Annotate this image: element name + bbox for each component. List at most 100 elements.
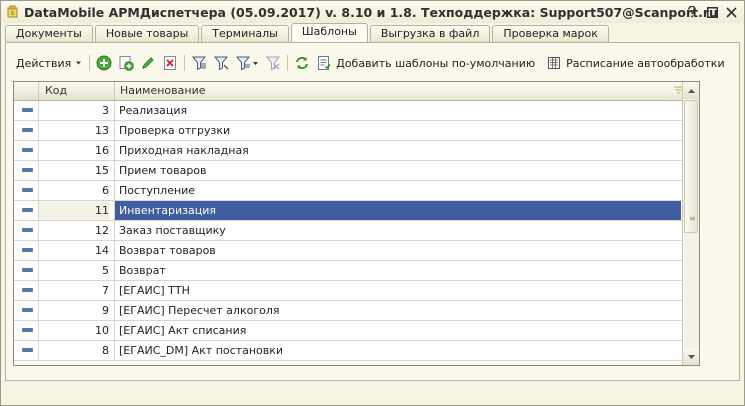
cell-code: 15 (38, 161, 109, 180)
row-marker-icon (22, 208, 33, 212)
row-marker-icon (22, 308, 33, 312)
edit-icon (142, 57, 154, 69)
close-icon[interactable] (723, 4, 739, 20)
filter-button[interactable] (188, 53, 210, 73)
table-row[interactable]: 15 Прием товаров (14, 161, 682, 181)
table-row[interactable]: 6 Поступление (14, 181, 682, 201)
toolbar-separator (184, 55, 186, 71)
column-header-name-label: Наименование (120, 84, 206, 97)
add-defaults-button[interactable]: Добавить шаблоны по-умолчанию (313, 53, 538, 73)
refresh-icon (296, 57, 309, 69)
tab-strip: Документы Новые товары Терминалы Шаблоны… (5, 23, 611, 43)
row-marker-icon (22, 188, 33, 192)
cell-code: 14 (38, 241, 109, 260)
cell-code: 8 (38, 341, 109, 360)
add-defaults-icon (318, 56, 331, 70)
cell-name: Реализация (114, 101, 681, 120)
cell-name: Прием товаров (114, 161, 681, 180)
grip-icon: ≡ (689, 214, 696, 223)
refresh-button[interactable] (291, 53, 313, 73)
edit-button[interactable] (137, 53, 159, 73)
cell-code: 11 (38, 201, 109, 220)
cell-name: [ЕГАИС_DM] Акт постановки (114, 341, 681, 360)
copy-button[interactable] (115, 53, 137, 73)
title-bar: DataMobile АРМДиспетчера (05.09.2017) v.… (1, 1, 744, 23)
filter-dropdown-icon (236, 56, 251, 71)
templates-table: Код Наименование 3 Реализация 13 Проверка о… (13, 81, 700, 366)
scroll-up-button[interactable] (683, 82, 699, 99)
row-marker-icon (22, 288, 33, 292)
scrollbar-thumb[interactable]: ≡ (684, 100, 698, 233)
filter-icon (192, 56, 207, 71)
add-button[interactable] (93, 53, 115, 73)
table-row[interactable]: 5 Возврат (14, 261, 682, 281)
table-row[interactable]: 9 [ЕГАИС] Пересчет алкоголя (14, 301, 682, 321)
scroll-down-button[interactable] (683, 348, 699, 365)
cell-name: Приходная накладная (114, 141, 681, 160)
delete-icon (164, 56, 177, 70)
arrow-down-icon (687, 354, 695, 359)
table-row[interactable]: 16 Приходная накладная (14, 141, 682, 161)
row-marker-icon (22, 328, 33, 332)
row-marker-icon (22, 168, 33, 172)
chevron-down-icon (253, 61, 259, 65)
window-title: DataMobile АРМДиспетчера (05.09.2017) v.… (24, 5, 718, 20)
column-header-name[interactable]: Наименование (114, 82, 688, 100)
app-icon[interactable] (6, 5, 19, 18)
toolbar-separator (89, 55, 91, 71)
filter-dropdown-button[interactable] (232, 53, 262, 73)
actions-label: Действия (16, 56, 72, 70)
cell-name: [ЕГАИС] Пересчет алкоголя (114, 301, 681, 320)
cell-code: 10 (38, 321, 109, 340)
toolbar-separator (287, 55, 289, 71)
arrow-up-icon (687, 88, 695, 93)
schedule-icon (548, 57, 561, 69)
cell-code: 6 (38, 181, 109, 200)
actions-menu-button[interactable]: Действия (13, 53, 86, 73)
cell-code: 16 (38, 141, 109, 160)
maximize-icon[interactable] (704, 4, 720, 20)
table-row[interactable]: 3 Реализация (14, 101, 682, 121)
add-icon (96, 55, 112, 71)
row-marker-icon (22, 228, 33, 232)
tab-templates[interactable]: Шаблоны (290, 23, 368, 42)
cell-code: 5 (38, 261, 109, 280)
cell-code: 13 (38, 121, 109, 140)
clear-filter-button[interactable] (262, 53, 284, 73)
table-row[interactable]: 12 Заказ поставщику (14, 221, 682, 241)
tab-export-file[interactable]: Выгрузка в файл (369, 25, 491, 42)
tab-documents[interactable]: Документы (5, 25, 93, 42)
tab-check-marks[interactable]: Проверка марок (492, 25, 609, 42)
schedule-label: Расписание автообработки (566, 56, 725, 70)
cell-code: 3 (38, 101, 109, 120)
table-row[interactable]: 14 Возврат товаров (14, 241, 682, 261)
toolbar: Действия Добавить шаблоны по-умолчанию Р… (13, 53, 728, 73)
table-row[interactable]: 11 Инвентаризация (14, 201, 682, 221)
table-row[interactable]: 13 Проверка отгрузки (14, 121, 682, 141)
help-icon[interactable] (684, 4, 700, 20)
cell-code: 7 (38, 281, 109, 300)
tab-terminals[interactable]: Терминалы (201, 25, 289, 42)
cell-code: 9 (38, 301, 109, 320)
filter-by-value-button[interactable] (210, 53, 232, 73)
cell-name: [ЕГАИС] ТТН (114, 281, 681, 300)
cell-name: Поступление (114, 181, 681, 200)
table-row[interactable]: 7 [ЕГАИС] ТТН (14, 281, 682, 301)
row-marker-icon (22, 148, 33, 152)
table-row[interactable]: 10 [ЕГАИС] Акт списания (14, 321, 682, 341)
table-body: 3 Реализация 13 Проверка отгрузки 16 Приходна… (14, 101, 682, 361)
cell-code: 12 (38, 221, 109, 240)
row-marker-icon (22, 108, 33, 112)
cell-name: [ЕГАИС] Акт списания (114, 321, 681, 340)
column-header-code[interactable]: Код (38, 82, 121, 100)
vertical-scrollbar[interactable]: ≡ (682, 82, 699, 365)
table-row[interactable]: 8 [ЕГАИС_DM] Акт постановки (14, 341, 682, 361)
schedule-button[interactable]: Расписание автообработки (544, 53, 727, 73)
tab-new-goods[interactable]: Новые товары (94, 25, 200, 42)
row-marker-icon (22, 248, 33, 252)
filter-by-value-icon (214, 56, 229, 71)
cell-name: Возврат товаров (114, 241, 681, 260)
row-marker-icon (22, 268, 33, 272)
cell-name: Инвентаризация (114, 201, 681, 220)
delete-button[interactable] (159, 53, 181, 73)
